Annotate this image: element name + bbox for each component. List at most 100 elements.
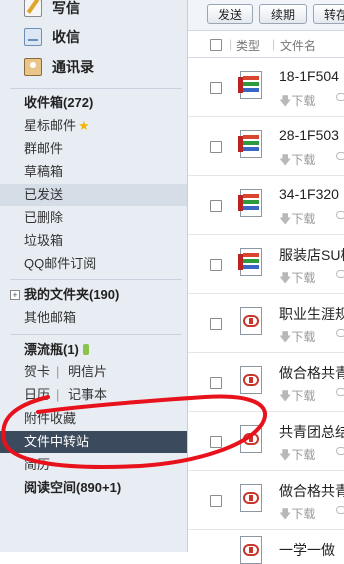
column-divider: | (272, 37, 276, 51)
sidebar-item-label: 阅读空间(890+1) (24, 480, 122, 495)
toolbar: 发送 续期 转存 (188, 0, 344, 31)
sidebar-item-label: 其他邮箱 (24, 310, 77, 325)
file-name[interactable]: 做合格共青 (279, 481, 344, 501)
list-item[interactable]: 做合格共青 🡇下载 (188, 471, 344, 530)
preview-icon[interactable] (336, 506, 344, 514)
powerpoint-file-icon (240, 366, 262, 394)
star-icon: ★ (78, 118, 90, 133)
sidebar-item-label: 已删除 (24, 210, 64, 225)
row-checkbox[interactable] (210, 82, 222, 94)
list-item[interactable]: 18-1F504 🡇下载 (188, 58, 344, 117)
send-button[interactable]: 发送 (207, 4, 253, 24)
bottle-icon (82, 344, 89, 355)
sidebar-item-attachments[interactable]: 附件收藏 (0, 408, 187, 430)
file-name[interactable]: 职业生涯规 (279, 304, 344, 324)
preview-icon[interactable] (336, 270, 344, 278)
forward-button[interactable]: 转存 (313, 4, 344, 24)
sidebar-item-label: 群邮件 (24, 141, 64, 156)
sidebar-item-subscribe[interactable]: QQ邮件订阅 (0, 253, 187, 275)
inbox-label: 收信 (52, 29, 80, 45)
preview-icon[interactable] (336, 388, 344, 396)
calendar-link[interactable]: 日历 (24, 384, 50, 406)
sidebar-item-spam[interactable]: 垃圾箱 (0, 230, 187, 252)
download-link[interactable]: 🡇下载 (279, 269, 315, 290)
filename-column-header[interactable]: 文件名 (280, 37, 316, 54)
select-all-checkbox[interactable] (210, 39, 222, 51)
row-checkbox[interactable] (210, 200, 222, 212)
download-link[interactable]: 🡇下载 (279, 387, 315, 408)
column-divider: | (229, 37, 233, 51)
sidebar-item-label: 漂流瓶(1) (24, 342, 79, 357)
row-checkbox[interactable] (210, 495, 222, 507)
excel-file-icon (238, 189, 262, 217)
sidebar-item-file-transfer[interactable]: 文件中转站 (0, 431, 187, 453)
preview-icon[interactable] (336, 211, 344, 219)
sidebar-item-label: 已发送 (24, 187, 64, 202)
list-item[interactable]: 职业生涯规 🡇下载 (188, 294, 344, 353)
row-checkbox[interactable] (210, 436, 222, 448)
row-checkbox[interactable] (210, 141, 222, 153)
download-link[interactable]: 🡇下载 (279, 92, 315, 113)
divider (10, 88, 182, 89)
type-column-header[interactable]: 类型 (236, 37, 260, 54)
sidebar-item-label: 文件中转站 (24, 434, 90, 449)
notebook-link[interactable]: 记事本 (68, 384, 107, 406)
expand-icon[interactable]: + (10, 290, 20, 300)
list-item[interactable]: 共青团总结 🡇下载 (188, 412, 344, 471)
renew-button[interactable]: 续期 (259, 4, 307, 24)
file-name[interactable]: 28-1F503 (279, 127, 339, 143)
sidebar-item-resume[interactable]: 简历 (0, 454, 187, 476)
download-arrow-icon: 🡇 (279, 448, 292, 462)
download-link[interactable]: 🡇下载 (279, 210, 315, 231)
list-item[interactable]: 28-1F503 🡇下载 (188, 117, 344, 176)
sidebar-item-label: 简历 (24, 457, 51, 472)
sidebar-item-label: 附件收藏 (24, 411, 77, 426)
row-checkbox[interactable] (210, 318, 222, 330)
list-item[interactable]: 34-1F320 🡇下载 (188, 176, 344, 235)
compose-link[interactable]: 写信 (0, 0, 187, 20)
list-item[interactable]: 做合格共青 🡇下载 (188, 353, 344, 412)
sidebar-item-other-mailbox[interactable]: 其他邮箱 (0, 307, 187, 329)
file-name[interactable]: 服装店SU模 (279, 245, 344, 265)
download-link[interactable]: 🡇下载 (279, 505, 315, 526)
contacts-label: 通讯录 (52, 59, 94, 75)
sidebar-item-label: 星标邮件 (24, 118, 77, 133)
row-checkbox[interactable] (210, 377, 222, 389)
list-header: | 类型 | 文件名 (188, 31, 344, 58)
greeting-card-link[interactable]: 贺卡 (24, 361, 50, 383)
preview-icon[interactable] (336, 152, 344, 160)
preview-icon[interactable] (336, 329, 344, 337)
file-name[interactable]: 做合格共青 (279, 363, 344, 383)
sidebar-item-my-folders[interactable]: + 我的文件夹(190) (0, 284, 187, 306)
download-link[interactable]: 🡇下载 (279, 446, 315, 467)
sidebar-item-drafts[interactable]: 草稿箱 (0, 161, 187, 183)
sidebar-item-inbox[interactable]: 收件箱(272) (0, 92, 187, 114)
inbox-link[interactable]: 收信 (0, 25, 187, 49)
file-name[interactable]: 18-1F504 (279, 68, 339, 84)
compose-icon (24, 0, 42, 17)
postcard-link[interactable]: 明信片 (68, 361, 107, 383)
separator: | (56, 364, 60, 379)
list-item[interactable]: 一学一做 (188, 530, 344, 564)
sidebar-item-bottle[interactable]: 漂流瓶(1) (0, 339, 187, 361)
preview-icon[interactable] (336, 447, 344, 455)
tools-row: 日历 | 记事本 (0, 384, 187, 406)
row-checkbox[interactable] (210, 259, 222, 271)
file-name[interactable]: 34-1F320 (279, 186, 339, 202)
file-name[interactable]: 共青团总结 (279, 422, 344, 442)
sidebar-item-starred[interactable]: 星标邮件 ★ (0, 115, 187, 137)
sidebar-item-label: 我的文件夹(190) (24, 287, 120, 302)
preview-icon[interactable] (336, 93, 344, 101)
sidebar-item-deleted[interactable]: 已删除 (0, 207, 187, 229)
list-item[interactable]: 服装店SU模 🡇下载 (188, 235, 344, 294)
download-link[interactable]: 🡇下载 (279, 328, 315, 349)
download-arrow-icon: 🡇 (279, 94, 292, 108)
compose-label: 写信 (52, 0, 80, 16)
download-arrow-icon: 🡇 (279, 153, 292, 167)
file-name[interactable]: 一学一做 (279, 540, 335, 560)
download-link[interactable]: 🡇下载 (279, 151, 315, 172)
contacts-link[interactable]: 通讯录 (0, 55, 187, 79)
sidebar-item-reading-space[interactable]: 阅读空间(890+1) (0, 477, 187, 499)
sidebar-item-group[interactable]: 群邮件 (0, 138, 187, 160)
sidebar-item-sent[interactable]: 已发送 (0, 184, 187, 206)
